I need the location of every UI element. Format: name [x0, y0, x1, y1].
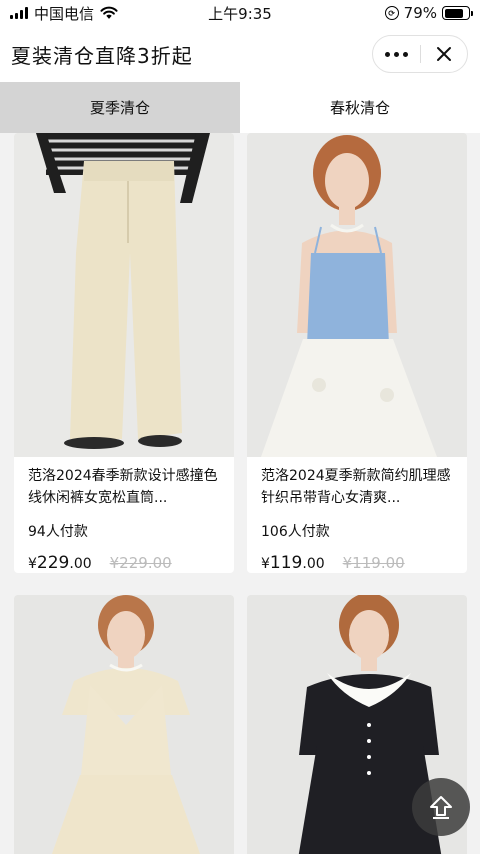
tab-summer-clearance[interactable]: 夏季清仓 — [0, 82, 240, 133]
category-tabs: 夏季清仓 春秋清仓 — [0, 82, 480, 133]
product-image[interactable] — [14, 595, 234, 854]
wifi-icon — [100, 6, 118, 19]
miniprogram-capsule — [372, 35, 468, 73]
sales-count: 106人付款 — [261, 524, 330, 540]
more-dots-icon[interactable] — [373, 51, 420, 57]
clock: 上午9:35 — [208, 4, 272, 23]
product-name: 范洛2024春季新款设计感撞色线休闲裤女宽松直筒... — [28, 468, 218, 506]
tab-spring-autumn-clearance[interactable]: 春秋清仓 — [240, 82, 480, 133]
product-card[interactable]: 范洛2024夏季新款简约肌理感针织吊带背心女清爽... 106人付款 ¥119.… — [247, 133, 467, 573]
carrier-name: 中国电信 — [34, 4, 95, 23]
page-title: 夏装清仓直降3折起 — [11, 43, 193, 68]
product-card[interactable] — [14, 595, 234, 854]
original-price: ¥229.00 — [109, 554, 172, 572]
sales-count: 94人付款 — [28, 524, 88, 540]
back-to-top-icon[interactable] — [412, 778, 470, 836]
product-name: 范洛2024夏季新款简约肌理感针织吊带背心女清爽... — [261, 468, 451, 506]
title-bar: 夏装清仓直降3折起 — [0, 26, 480, 82]
battery-percent: 79% — [403, 4, 437, 22]
product-image[interactable] — [14, 133, 234, 457]
orientation-lock-icon: ⟳ — [384, 6, 399, 20]
product-image[interactable] — [247, 133, 467, 457]
sale-price: ¥119.00 — [261, 553, 325, 573]
original-price: ¥119.00 — [342, 554, 405, 572]
cellular-signal-icon — [10, 7, 28, 19]
close-icon[interactable] — [421, 46, 467, 62]
product-card[interactable]: 范洛2024春季新款设计感撞色线休闲裤女宽松直筒... 94人付款 ¥229.0… — [14, 133, 234, 573]
product-grid: 范洛2024春季新款设计感撞色线休闲裤女宽松直筒... 94人付款 ¥229.0… — [0, 133, 480, 854]
status-bar: 中国电信 上午9:35 ⟳ 79% — [0, 0, 480, 26]
battery-icon — [442, 6, 473, 20]
sale-price: ¥229.00 — [28, 553, 92, 573]
